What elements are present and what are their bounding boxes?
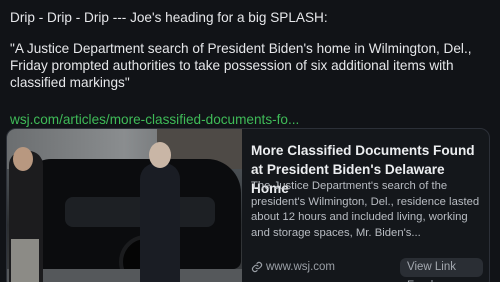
- post-intro-line: Drip - Drip - Drip --- Joe's heading for…: [10, 10, 328, 25]
- card-description: The Justice Department's search of the p…: [251, 180, 480, 239]
- card-body: More Classified Documents Found at Presi…: [251, 129, 483, 282]
- post-link[interactable]: wsj.com/articles/more-classified-documen…: [10, 111, 299, 128]
- link-icon: [251, 261, 263, 273]
- card-source-label: www.wsj.com: [266, 261, 336, 273]
- link-preview-card[interactable]: More Classified Documents Found at Presi…: [6, 128, 490, 282]
- view-link-feed-button[interactable]: View Link Feed: [400, 258, 483, 282]
- card-source[interactable]: www.wsj.com: [251, 261, 335, 273]
- post-quote: "A Justice Department search of Presiden…: [10, 41, 472, 90]
- post-text: Drip - Drip - Drip --- Joe's heading for…: [10, 9, 490, 91]
- card-thumbnail-image[interactable]: [7, 129, 242, 282]
